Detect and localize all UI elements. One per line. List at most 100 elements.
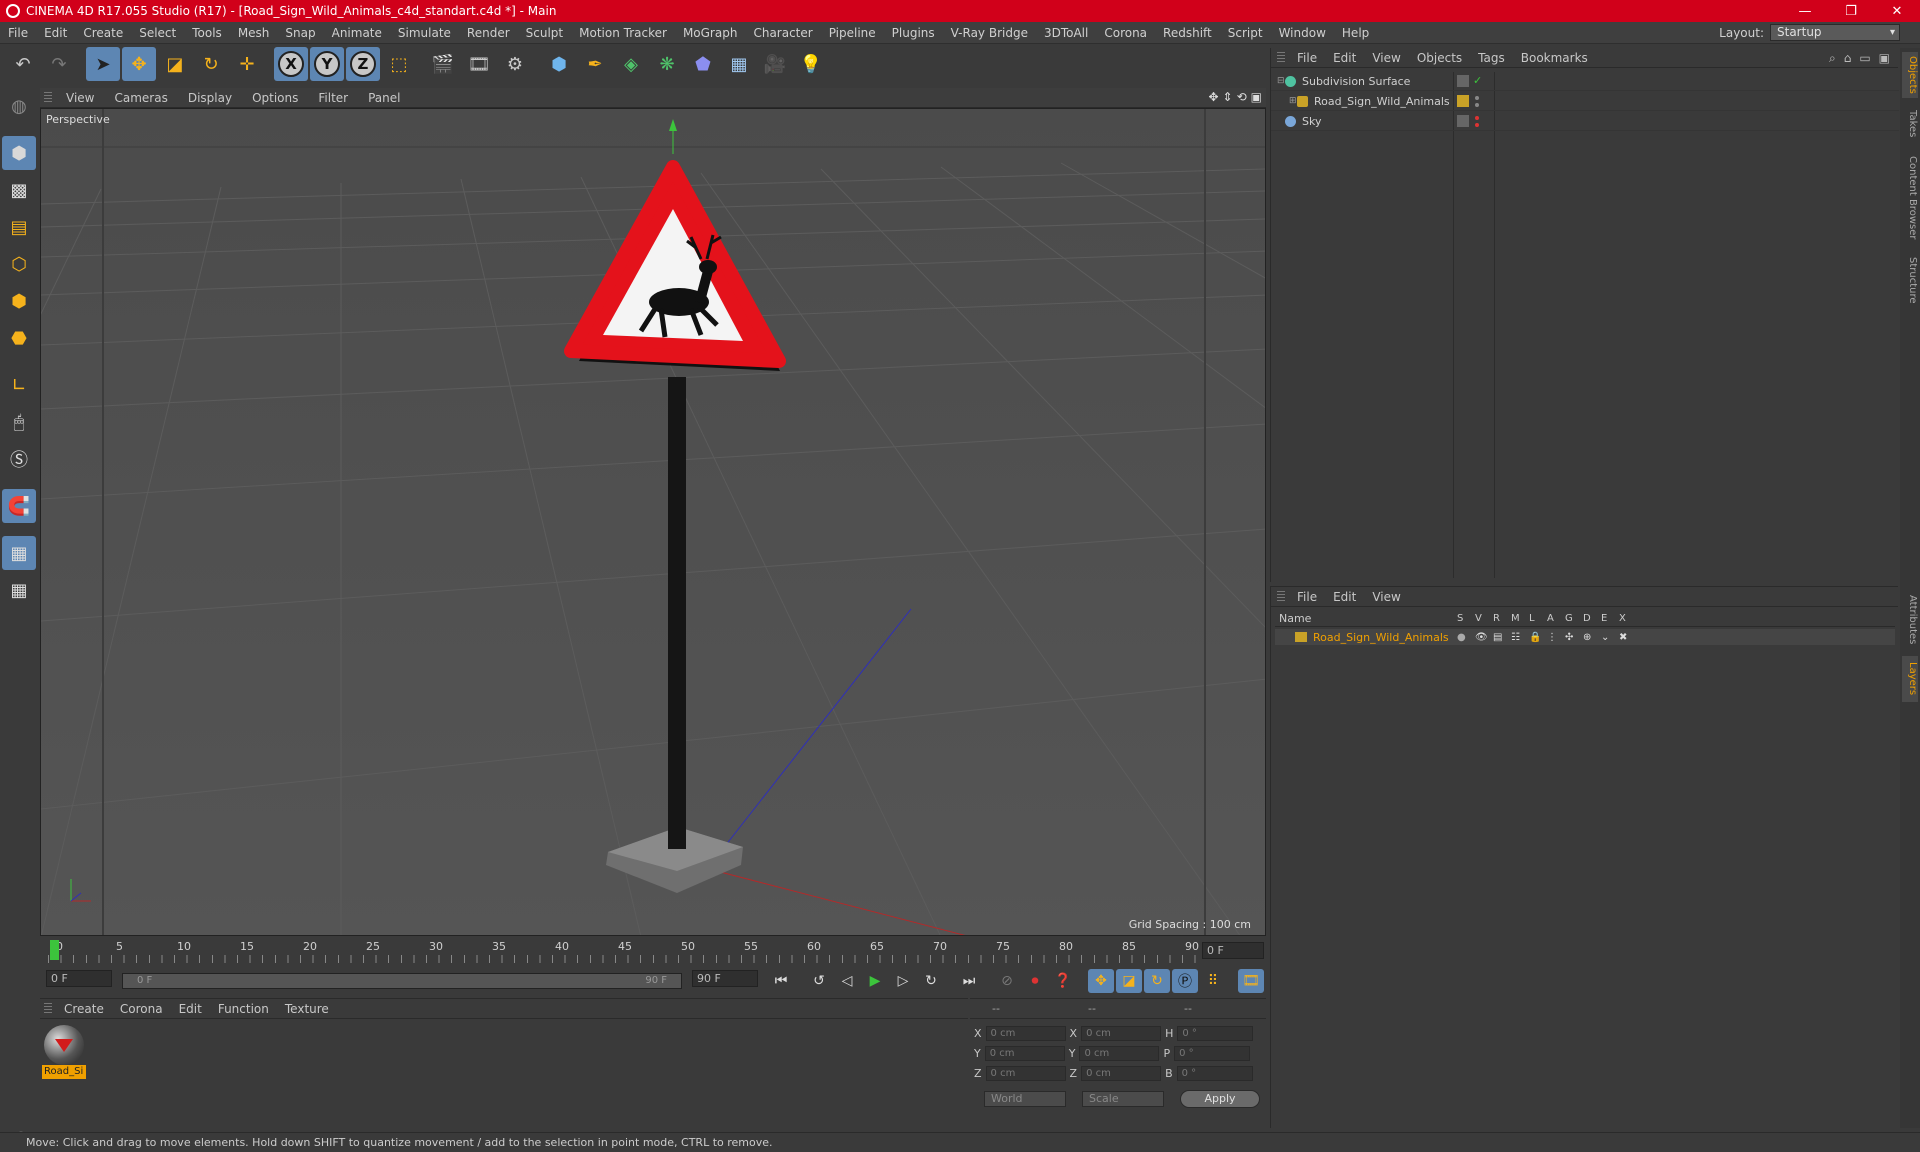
add-cube-button[interactable]: ⬢ — [542, 47, 576, 81]
add-light-button[interactable]: 💡 — [794, 47, 828, 81]
polygon-mode-button[interactable]: ⬣ — [2, 321, 36, 355]
end-frame-field[interactable]: 90 F — [692, 970, 758, 987]
keyframe-selection-button[interactable]: ❓ — [1050, 969, 1076, 993]
material-menu-function[interactable]: Function — [210, 1002, 277, 1016]
menu-redshift[interactable]: Redshift — [1155, 26, 1220, 40]
coordinate-space-dropdown[interactable]: World — [984, 1091, 1066, 1107]
transform-tool-button[interactable]: ✛ — [230, 47, 264, 81]
z-axis-lock-button[interactable]: Z — [346, 47, 380, 81]
render-view-button[interactable]: 🎬 — [426, 47, 460, 81]
viewport-menu-cameras[interactable]: Cameras — [104, 91, 177, 105]
redo-button[interactable]: ↷ — [42, 47, 76, 81]
menu-simulate[interactable]: Simulate — [390, 26, 459, 40]
collapse-icon[interactable]: ⊟ — [1277, 76, 1285, 86]
tab-takes[interactable]: Takes — [1902, 104, 1918, 144]
object-menu-file[interactable]: File — [1289, 51, 1325, 65]
menu-edit[interactable]: Edit — [36, 26, 75, 40]
rot-p-field[interactable]: 0 ° — [1174, 1046, 1251, 1061]
layer-menu-edit[interactable]: Edit — [1325, 590, 1364, 604]
playhead[interactable] — [50, 940, 59, 960]
next-key-button[interactable]: ↻ — [918, 969, 944, 993]
material-swatch[interactable]: Road_Si — [42, 1025, 86, 1081]
tab-attributes[interactable]: Attributes — [1902, 588, 1918, 652]
live-selection-button[interactable]: ➤ — [86, 47, 120, 81]
add-spline-button[interactable]: ✒ — [578, 47, 612, 81]
object-row[interactable]: Sky — [1271, 112, 1899, 131]
minimize-panel-icon[interactable]: ▭ — [1859, 51, 1870, 66]
rot-b-field[interactable]: 0 ° — [1176, 1066, 1253, 1081]
render-visibility-dot[interactable] — [1475, 123, 1479, 127]
make-editable-button[interactable]: ◍ — [2, 89, 36, 123]
timeline-ruler[interactable]: 0 5 10 15 20 25 30 35 40 45 50 55 60 65 … — [40, 938, 1268, 964]
magnet-button[interactable]: 🧲 — [2, 489, 36, 523]
planar-workplane-button[interactable]: ▦ — [2, 573, 36, 607]
menu-mesh[interactable]: Mesh — [230, 26, 278, 40]
col-xref[interactable]: X — [1619, 613, 1626, 624]
maximize-button[interactable]: ❐ — [1828, 0, 1874, 22]
col-locked[interactable]: L — [1529, 613, 1535, 624]
apply-button[interactable]: Apply — [1180, 1090, 1260, 1108]
col-solo[interactable]: S — [1457, 613, 1463, 624]
eye-icon[interactable]: 👁 — [1475, 632, 1488, 643]
editor-visibility-dot[interactable] — [1475, 116, 1479, 120]
xref-icon[interactable]: ✖ — [1619, 632, 1627, 643]
orbit-icon[interactable]: ⟲ — [1237, 90, 1247, 104]
prev-frame-button[interactable]: ◁ — [834, 969, 860, 993]
object-menu-tags[interactable]: Tags — [1470, 51, 1513, 65]
render-clapper-icon[interactable]: ▤ — [1493, 632, 1502, 643]
menu-motion-tracker[interactable]: Motion Tracker — [571, 26, 675, 40]
menu-character[interactable]: Character — [745, 26, 820, 40]
next-frame-button[interactable]: ▷ — [890, 969, 916, 993]
col-expressions[interactable]: E — [1601, 613, 1607, 624]
add-mograph-button[interactable]: ❋ — [650, 47, 684, 81]
render-picture-viewer-button[interactable]: 🎞 — [462, 47, 496, 81]
y-axis-lock-button[interactable]: Y — [310, 47, 344, 81]
x-axis-lock-button[interactable]: X — [274, 47, 308, 81]
close-button[interactable]: ✕ — [1874, 0, 1920, 22]
record-keys-button[interactable]: ⊘ — [994, 969, 1020, 993]
menu-help[interactable]: Help — [1334, 26, 1377, 40]
menu-plugins[interactable]: Plugins — [884, 26, 943, 40]
menu-mograph[interactable]: MoGraph — [675, 26, 746, 40]
menu-sculpt[interactable]: Sculpt — [518, 26, 571, 40]
workplane-mode-button[interactable]: ▤ — [2, 210, 36, 244]
viewport-menu-options[interactable]: Options — [242, 91, 308, 105]
col-manager[interactable]: M — [1511, 613, 1520, 624]
add-camera-button[interactable]: 🎥 — [758, 47, 792, 81]
tab-layers[interactable]: Layers — [1902, 656, 1918, 702]
menu-3dtoall[interactable]: 3DToAll — [1036, 26, 1096, 40]
enabled-check-icon[interactable]: ✓ — [1473, 74, 1482, 87]
menu-tools[interactable]: Tools — [184, 26, 230, 40]
scale-tool-button[interactable]: ◪ — [158, 47, 192, 81]
rotate-tool-button[interactable]: ↻ — [194, 47, 228, 81]
viewport-menu-display[interactable]: Display — [178, 91, 242, 105]
menu-vray-bridge[interactable]: V-Ray Bridge — [943, 26, 1036, 40]
solo-toggle-icon[interactable]: ● — [1457, 632, 1466, 643]
size-mode-dropdown[interactable]: Scale — [1082, 1091, 1164, 1107]
home-icon[interactable]: ⌂ — [1844, 51, 1852, 66]
object-row[interactable]: ⊟ Subdivision Surface ✓ — [1271, 72, 1899, 91]
snap-button[interactable]: Ⓢ — [2, 442, 36, 476]
generator-icon[interactable]: ✣ — [1565, 632, 1573, 643]
expression-icon[interactable]: ⌄ — [1601, 632, 1609, 643]
current-frame-field[interactable]: 0 F — [1202, 942, 1264, 959]
move-tool-button[interactable]: ✥ — [122, 47, 156, 81]
perspective-viewport[interactable]: Perspective Grid Spacing : 100 cm — [40, 108, 1266, 936]
menu-select[interactable]: Select — [131, 26, 184, 40]
menu-corona[interactable]: Corona — [1096, 26, 1155, 40]
menu-animate[interactable]: Animate — [324, 26, 390, 40]
layer-menu-file[interactable]: File — [1289, 590, 1325, 604]
col-render[interactable]: R — [1493, 613, 1500, 624]
render-visibility-dot[interactable] — [1475, 103, 1479, 107]
texture-mode-button[interactable]: ▩ — [2, 173, 36, 207]
menu-file[interactable]: File — [0, 26, 36, 40]
coordinate-system-button[interactable]: ⬚ — [382, 47, 416, 81]
object-menu-edit[interactable]: Edit — [1325, 51, 1364, 65]
viewport-menu-filter[interactable]: Filter — [308, 91, 358, 105]
tab-content-browser[interactable]: Content Browser — [1902, 148, 1918, 248]
menu-create[interactable]: Create — [75, 26, 131, 40]
render-settings-button[interactable]: ⚙ — [498, 47, 532, 81]
col-generators[interactable]: G — [1565, 613, 1573, 624]
menu-script[interactable]: Script — [1220, 26, 1271, 40]
toggle-views-icon[interactable]: ▣ — [1251, 90, 1262, 104]
